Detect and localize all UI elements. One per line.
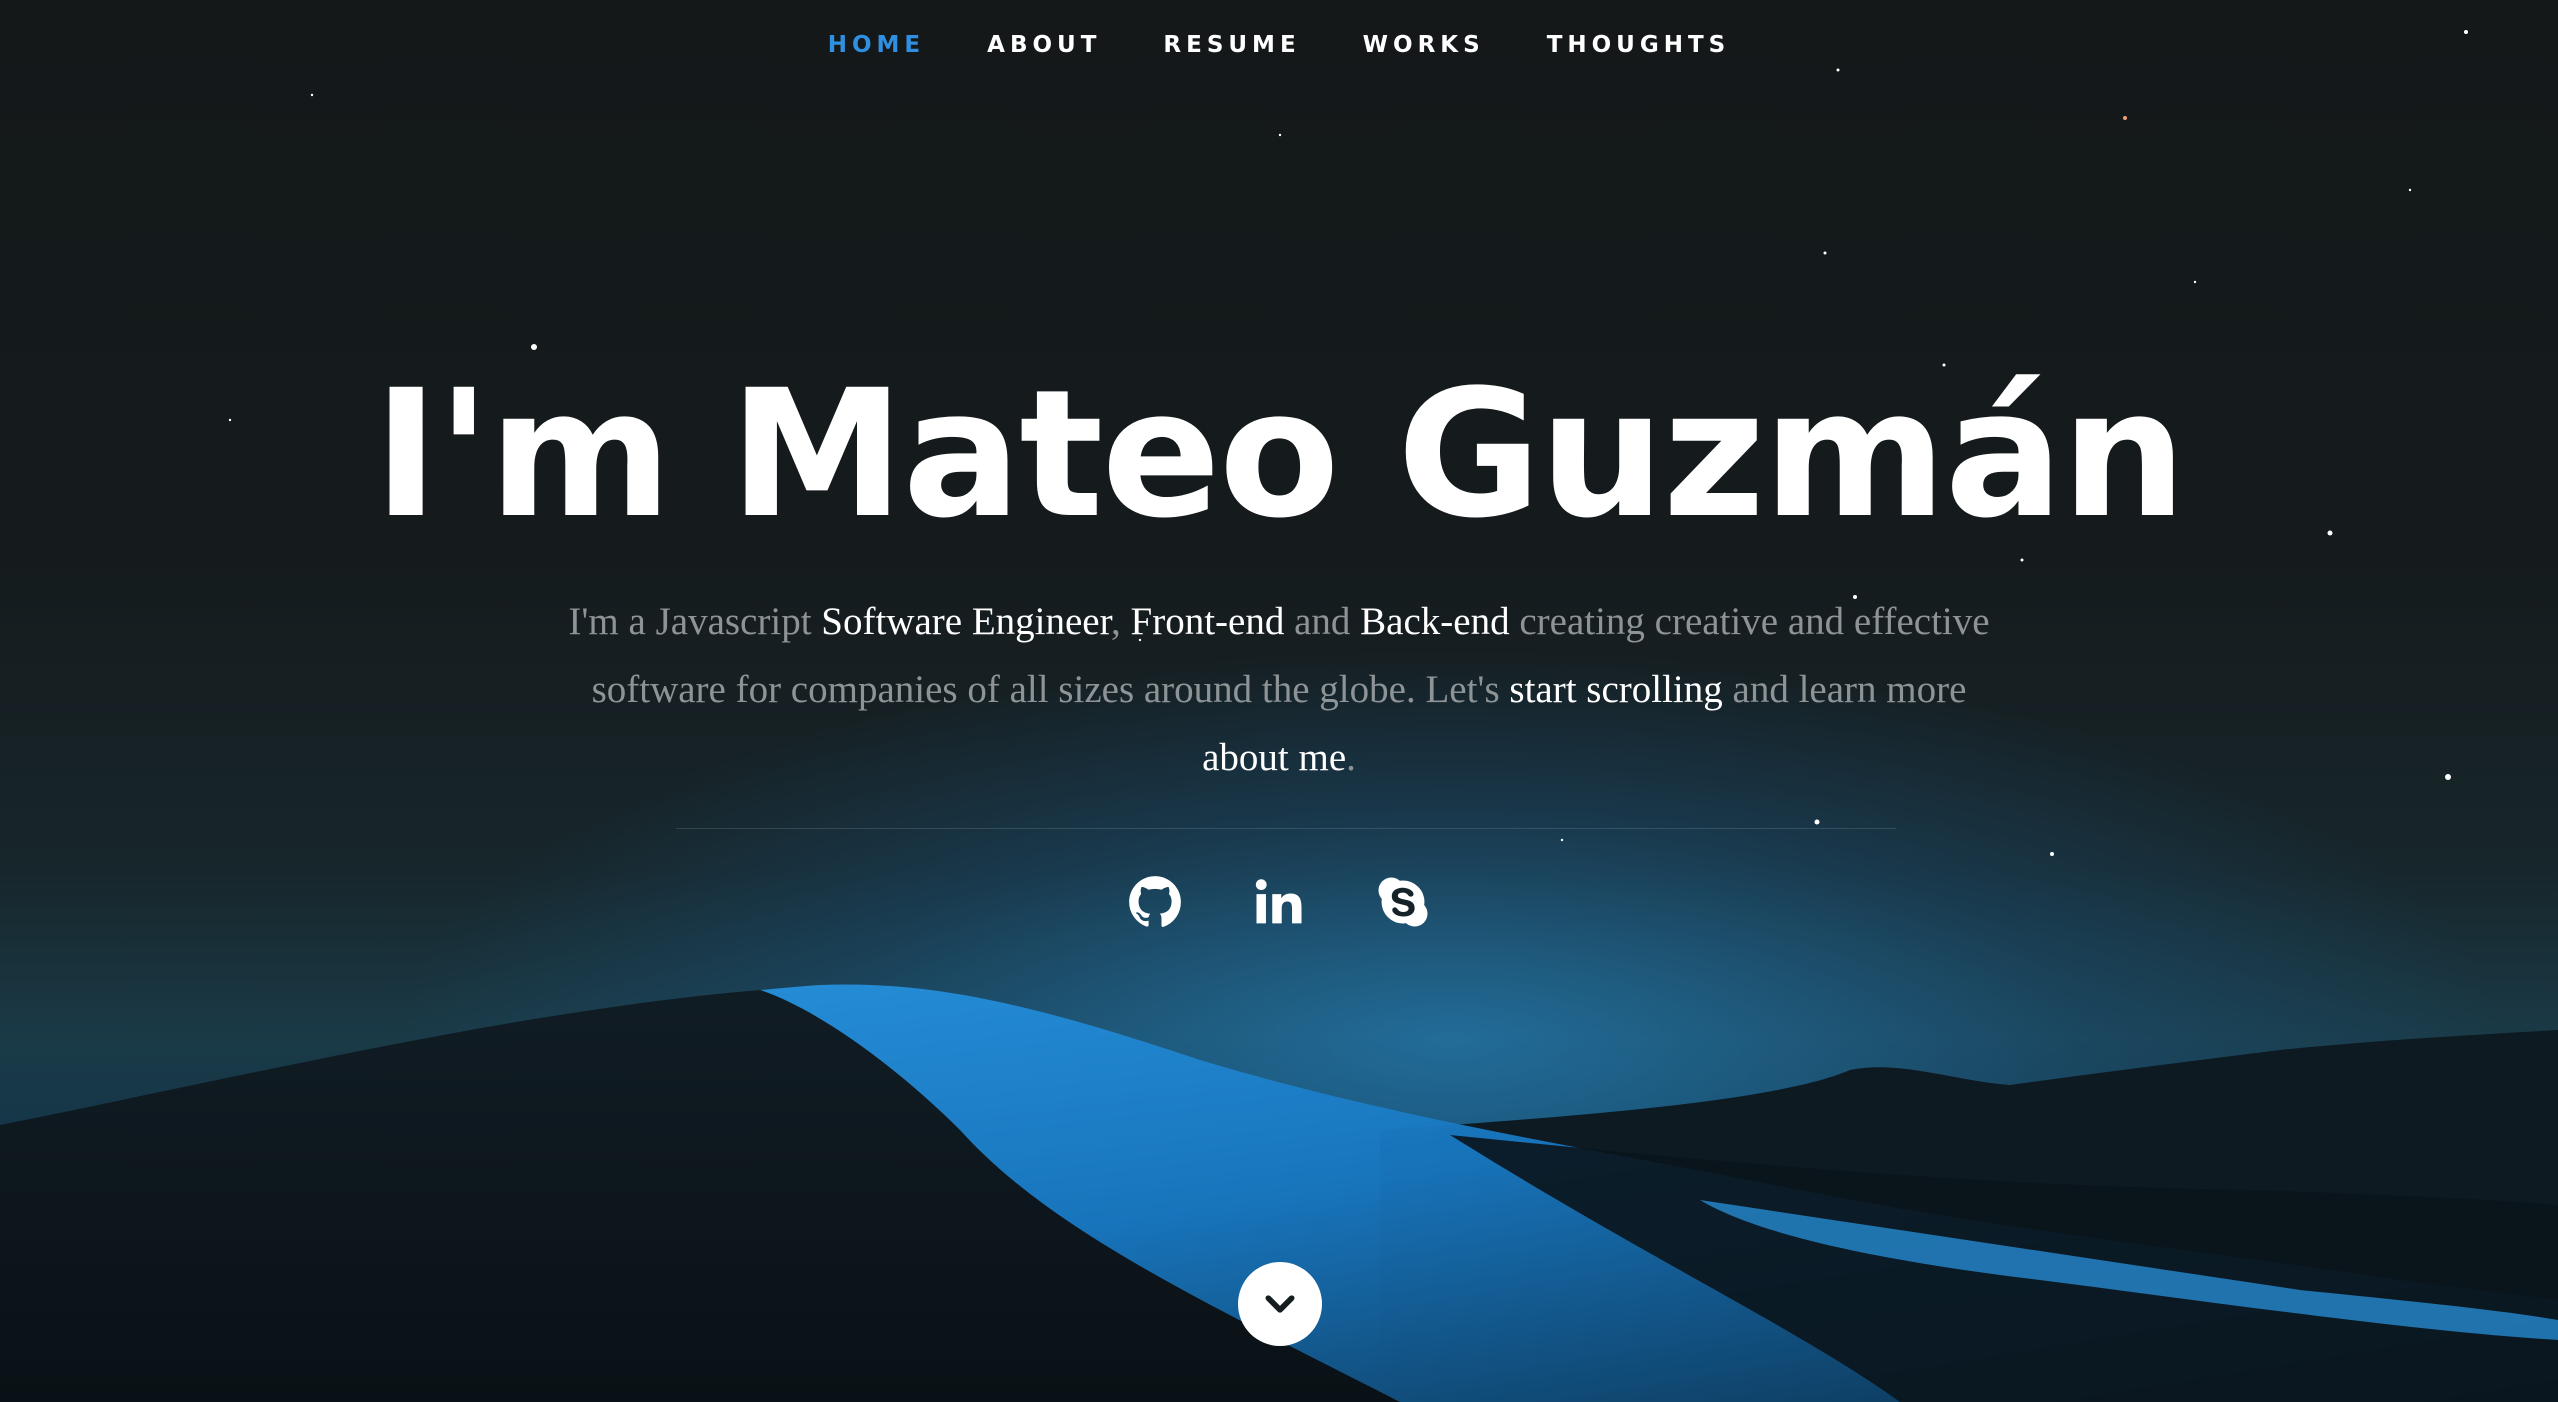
nav-item-works[interactable]: WORKS bbox=[1363, 32, 1485, 58]
linkedin-link[interactable] bbox=[1249, 872, 1309, 932]
intro-highlight-software-engineer: Software Engineer bbox=[821, 600, 1112, 643]
nav-item-thoughts[interactable]: THOUGHTS bbox=[1547, 32, 1731, 58]
intro-text-part: , bbox=[1111, 600, 1131, 643]
about-me-link[interactable]: about me bbox=[1202, 736, 1346, 779]
scroll-down-button[interactable] bbox=[1238, 1262, 1322, 1346]
intro-text: I'm a Javascript Software Engineer, Fron… bbox=[560, 588, 1998, 792]
nav-item-about[interactable]: ABOUT bbox=[987, 32, 1101, 58]
hero-section: HOME ABOUT RESUME WORKS THOUGHTS I'm Mat… bbox=[0, 0, 2558, 1402]
nav-item-home[interactable]: HOME bbox=[828, 32, 925, 58]
intro-highlight-front-end: Front-end bbox=[1130, 600, 1285, 643]
start-scrolling-link[interactable]: start scrolling bbox=[1509, 668, 1722, 711]
skype-icon bbox=[1378, 877, 1428, 927]
github-link[interactable] bbox=[1125, 872, 1185, 932]
nav-item-resume[interactable]: RESUME bbox=[1163, 32, 1300, 58]
linkedin-icon bbox=[1255, 879, 1302, 924]
intro-text-part: and bbox=[1284, 600, 1361, 643]
intro-text-part: . bbox=[1346, 736, 1356, 779]
intro-text-part: and learn more bbox=[1722, 668, 1967, 711]
github-icon bbox=[1129, 876, 1181, 927]
main-navigation: HOME ABOUT RESUME WORKS THOUGHTS bbox=[0, 0, 2558, 90]
chevron-down-icon bbox=[1265, 1295, 1295, 1313]
intro-highlight-back-end: Back-end bbox=[1360, 600, 1510, 643]
social-links bbox=[0, 872, 2558, 932]
skype-link[interactable] bbox=[1373, 872, 1433, 932]
intro-text-part: I'm a Javascript bbox=[568, 600, 822, 643]
page-title: I'm Mateo Guzmán bbox=[373, 352, 2186, 557]
divider bbox=[676, 828, 1896, 829]
